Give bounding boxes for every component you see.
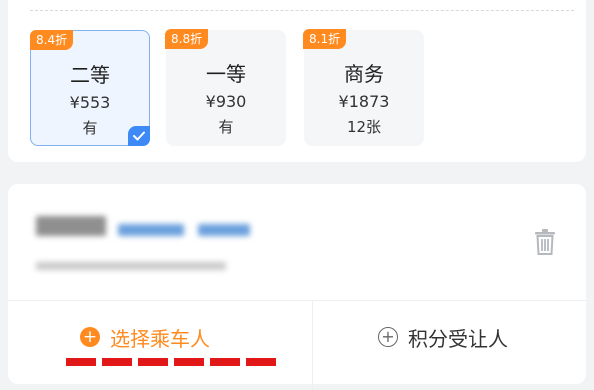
seat-price: ¥930 [205, 92, 247, 111]
plus-circle-icon: + [378, 327, 398, 347]
redacted-id-type [118, 224, 184, 236]
plus-circle-icon: + [80, 327, 100, 347]
redacted-id-type-2 [198, 224, 250, 236]
divider-dashed [30, 10, 574, 11]
seat-availability: 12张 [346, 118, 382, 136]
select-passenger-label: 选择乘车人 [110, 326, 210, 351]
discount-badge: 8.4折 [30, 30, 74, 50]
seat-class-card: 8.4折 二等 ¥553 有 8.8折 一等 ¥930 有 8.1折 商务 ¥1… [8, 0, 586, 162]
seat-availability: 有 [218, 118, 234, 136]
points-beneficiary-label: 积分受让人 [408, 326, 508, 351]
seat-price: ¥1873 [338, 92, 390, 111]
seat-class-name: 二等 [70, 63, 110, 87]
seat-option-business-class[interactable]: 8.1折 商务 ¥1873 12张 [303, 29, 424, 146]
passenger-card: + 选择乘车人 + 积分受让人 [8, 184, 586, 390]
redacted-id-number [36, 262, 226, 270]
redacted-passenger-name [36, 216, 106, 236]
discount-badge: 8.1折 [303, 29, 347, 49]
seat-price: ¥553 [69, 93, 111, 112]
select-passenger-button[interactable]: + 选择乘车人 [80, 322, 210, 352]
selected-check-icon [128, 126, 150, 146]
divider [8, 300, 586, 301]
discount-badge: 8.8折 [165, 29, 209, 49]
divider-vertical [312, 300, 313, 390]
points-beneficiary-button[interactable]: + 积分受让人 [378, 322, 508, 352]
trash-icon[interactable] [534, 228, 556, 256]
seat-class-name: 商务 [344, 62, 384, 86]
seat-class-name: 一等 [206, 62, 246, 86]
red-underline-annotation [66, 358, 280, 366]
seat-option-first-class[interactable]: 8.8折 一等 ¥930 有 [165, 29, 286, 146]
seat-option-second-class[interactable]: 8.4折 二等 ¥553 有 [30, 30, 150, 146]
